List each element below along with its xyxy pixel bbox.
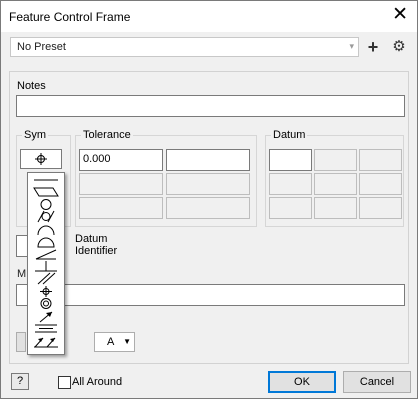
datum-cell: [314, 197, 357, 219]
notes-input[interactable]: [16, 95, 405, 117]
datum-identifier-line-1: Datum: [75, 233, 108, 245]
surface-profile-icon[interactable]: [30, 235, 62, 248]
tolerance-cell: [166, 197, 250, 219]
tolerance-cell: [79, 197, 163, 219]
chevron-down-icon: ▼: [123, 337, 131, 346]
help-button[interactable]: ?: [11, 373, 29, 390]
datum-identifier-label: Datum Identifier: [75, 233, 117, 257]
total-runout-icon[interactable]: [30, 335, 62, 348]
datum-label: Datum: [271, 129, 308, 141]
parallelism-icon[interactable]: [30, 272, 62, 285]
all-around-label[interactable]: All Around: [72, 376, 122, 388]
preset-value: No Preset: [17, 41, 66, 53]
position-icon: [35, 153, 47, 165]
datum-cell: [359, 149, 402, 171]
datum-identifier-line-2: Identifier: [75, 245, 118, 257]
datum-cell: [359, 173, 402, 195]
sym-label: Sym: [22, 129, 48, 141]
partial-label: M: [17, 268, 27, 280]
tolerance-label: Tolerance: [81, 129, 133, 141]
help-icon: ?: [16, 375, 24, 387]
datum-1-input[interactable]: [269, 149, 312, 171]
close-icon[interactable]: ✕: [392, 5, 408, 25]
tolerance-1-input[interactable]: 0.000: [79, 149, 163, 171]
tolerance-1-value: 0.000: [83, 153, 111, 165]
bottom-text-input[interactable]: [16, 284, 405, 306]
notes-label: Notes: [17, 80, 46, 92]
add-preset-button[interactable]: +: [365, 37, 381, 57]
tolerance-2-input[interactable]: [166, 149, 250, 171]
datum-cell: [269, 197, 312, 219]
datum-cell: [359, 197, 402, 219]
title-bar: Feature Control Frame ✕: [1, 1, 417, 32]
sym-selected-cell[interactable]: [20, 149, 62, 169]
symbol-dropdown-list: [27, 172, 65, 355]
concentricity-icon[interactable]: [30, 297, 62, 310]
gear-icon[interactable]: ⚙: [390, 37, 408, 57]
dialog-title: Feature Control Frame: [9, 10, 131, 24]
partial-button[interactable]: [16, 332, 26, 352]
cylindricity-icon[interactable]: [30, 210, 62, 223]
datum-letter-dropdown[interactable]: A ▼: [94, 332, 135, 352]
datum-cell: [314, 149, 357, 171]
datum-letter-value: A: [107, 336, 115, 348]
datum-cell: [314, 173, 357, 195]
preset-dropdown[interactable]: No Preset ▾: [10, 37, 359, 57]
tolerance-cell: [166, 173, 250, 195]
flatness-icon[interactable]: [30, 185, 62, 198]
chevron-down-icon: ▾: [349, 41, 354, 51]
dialog-window: Feature Control Frame ✕ No Preset ▾ + ⚙ …: [0, 0, 418, 399]
datum-cell: [269, 173, 312, 195]
tolerance-cell: [79, 173, 163, 195]
all-around-checkbox[interactable]: [58, 376, 71, 389]
symmetry-icon[interactable]: [30, 322, 62, 335]
cancel-button[interactable]: Cancel: [343, 371, 411, 393]
ok-button[interactable]: OK: [268, 371, 336, 393]
